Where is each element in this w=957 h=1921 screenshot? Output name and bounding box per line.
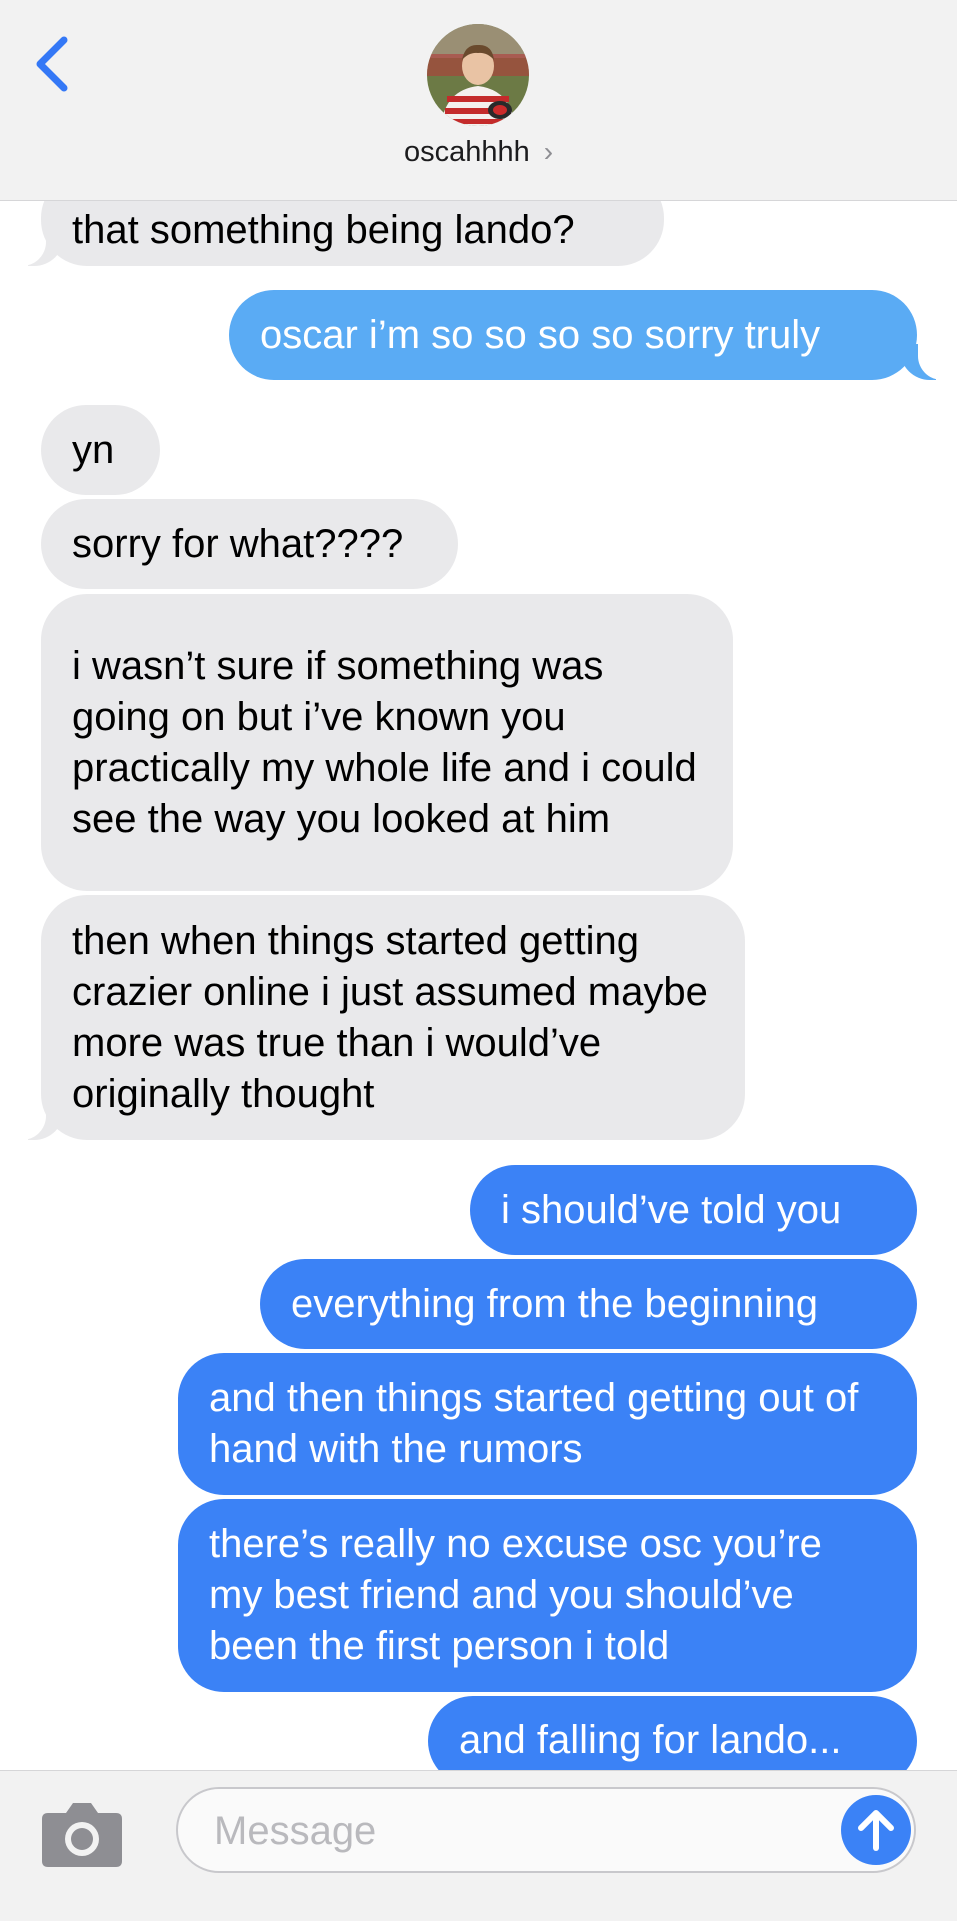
message-text: yn xyxy=(72,427,115,472)
conversation-header: oscahhhh › xyxy=(0,0,957,201)
message-text: sorry for what???? xyxy=(72,521,404,566)
message-text: then when things started getting crazier… xyxy=(72,918,708,1116)
message-bubble-sent[interactable]: everything from the beginning xyxy=(260,1259,917,1349)
camera-icon xyxy=(42,1803,122,1867)
message-bubble-received[interactable]: then when things started getting crazier… xyxy=(41,895,745,1140)
message-bubble-received[interactable]: i wasn’t sure if something was going on … xyxy=(41,594,733,891)
message-text: that something being lando? xyxy=(72,207,575,252)
contact-avatar[interactable] xyxy=(427,24,529,126)
message-bubble-sent[interactable]: and falling for lando... xyxy=(428,1696,917,1770)
message-text: and falling for lando... xyxy=(459,1718,842,1762)
back-button[interactable] xyxy=(22,28,82,100)
contact-name-button[interactable]: oscahhhh › xyxy=(0,136,957,169)
message-input[interactable] xyxy=(212,1803,796,1859)
message-bubble-sent[interactable]: oscar i’m so so so so sorry truly xyxy=(229,290,917,380)
message-bubble-sent[interactable]: there’s really no excuse osc you’re my b… xyxy=(178,1499,917,1692)
contact-name: oscahhhh xyxy=(403,136,530,168)
message-bubble-sent[interactable]: i should’ve told you xyxy=(470,1165,917,1255)
camera-button[interactable] xyxy=(40,1797,124,1869)
arrow-up-icon xyxy=(858,1810,894,1851)
send-button[interactable] xyxy=(841,1795,911,1865)
chevron-left-icon xyxy=(36,36,68,92)
message-text: and then things started getting out of h… xyxy=(209,1376,859,1471)
message-bubble-sent[interactable]: and then things started getting out of h… xyxy=(178,1353,917,1495)
message-text: everything from the beginning xyxy=(291,1281,818,1326)
message-text: i wasn’t sure if something was going on … xyxy=(72,643,697,841)
message-text: i should’ve told you xyxy=(501,1187,842,1232)
message-text: there’s really no excuse osc you’re my b… xyxy=(209,1522,822,1668)
message-text: oscar i’m so so so so sorry truly xyxy=(260,312,821,357)
message-bubble-received[interactable]: sorry for what???? xyxy=(41,499,458,589)
message-input-bar xyxy=(0,1770,957,1921)
avatar-photo xyxy=(427,24,529,126)
message-field[interactable] xyxy=(176,1787,916,1873)
chevron-right-icon: › xyxy=(543,136,554,167)
message-thread[interactable]: that something being lando? oscar i’m so… xyxy=(0,0,957,1770)
message-bubble-received[interactable]: yn xyxy=(41,405,160,495)
